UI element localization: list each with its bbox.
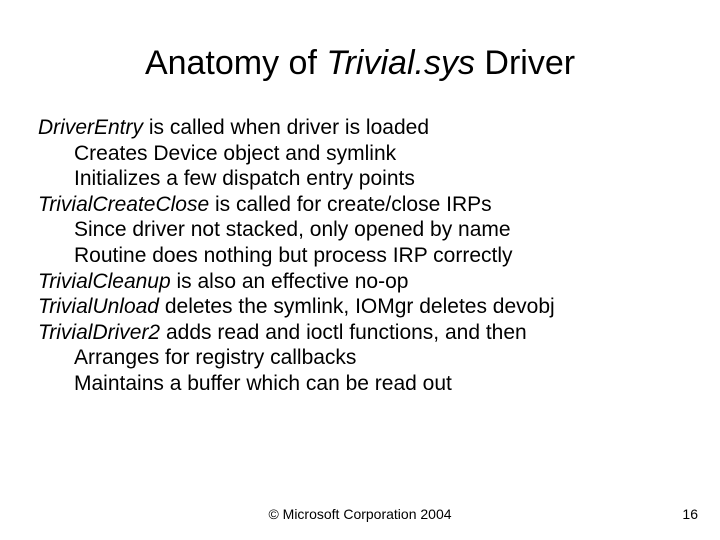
term-italic: TrivialUnload [38, 295, 159, 318]
body-line: Maintains a buffer which can be read out [38, 371, 682, 397]
body-line: Routine does nothing but process IRP cor… [38, 243, 682, 269]
body-line: TrivialDriver2 adds read and ioctl funct… [38, 320, 682, 346]
line-text: is called for create/close IRPs [209, 193, 491, 216]
line-text: is also an effective no-op [171, 270, 409, 293]
slide-body: DriverEntry is called when driver is loa… [0, 91, 720, 397]
footer-copyright: © Microsoft Corporation 2004 [0, 506, 720, 522]
line-text: deletes the symlink, IOMgr deletes devob… [159, 295, 555, 318]
line-text: Routine does nothing but process IRP cor… [74, 244, 513, 267]
slide-title: Anatomy of Trivial.sys Driver [0, 0, 720, 91]
body-line: DriverEntry is called when driver is loa… [38, 115, 682, 141]
body-line: TrivialCreateClose is called for create/… [38, 192, 682, 218]
line-text: adds read and ioctl functions, and then [160, 321, 527, 344]
term-italic: TrivialDriver2 [38, 321, 160, 344]
line-text: Initializes a few dispatch entry points [74, 167, 415, 190]
line-text: Maintains a buffer which can be read out [74, 372, 452, 395]
line-text: is called when driver is loaded [143, 116, 429, 139]
body-line: Arranges for registry callbacks [38, 345, 682, 371]
title-italic: Trivial.sys [326, 44, 475, 82]
body-line: Creates Device object and symlink [38, 141, 682, 167]
page-number: 16 [682, 506, 698, 522]
body-line: Initializes a few dispatch entry points [38, 166, 682, 192]
slide: Anatomy of Trivial.sys Driver DriverEntr… [0, 0, 720, 540]
body-line: TrivialUnload deletes the symlink, IOMgr… [38, 294, 682, 320]
line-text: Since driver not stacked, only opened by… [74, 218, 511, 241]
term-italic: TrivialCreateClose [38, 193, 209, 216]
term-italic: TrivialCleanup [38, 270, 171, 293]
term-italic: DriverEntry [38, 116, 143, 139]
body-line: Since driver not stacked, only opened by… [38, 217, 682, 243]
title-post: Driver [475, 44, 575, 82]
title-pre: Anatomy of [145, 44, 326, 82]
line-text: Arranges for registry callbacks [74, 346, 356, 369]
body-line: TrivialCleanup is also an effective no-o… [38, 269, 682, 295]
line-text: Creates Device object and symlink [74, 142, 396, 165]
